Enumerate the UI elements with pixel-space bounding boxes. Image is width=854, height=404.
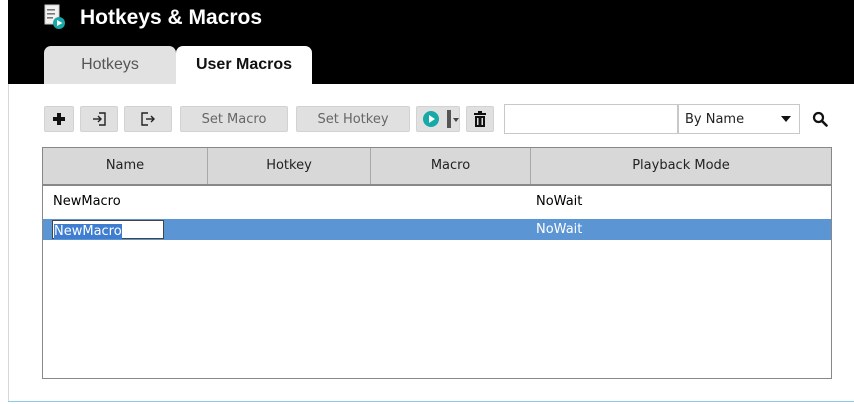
row-playback-mode: NoWait <box>536 222 583 237</box>
search-button[interactable] <box>806 104 834 134</box>
row-playback-mode: NoWait <box>536 194 583 209</box>
tab-hotkeys[interactable]: Hotkeys <box>44 46 176 84</box>
chevron-down-icon <box>781 116 791 122</box>
row-name-edit-field[interactable]: NewMacro <box>52 220 164 239</box>
sort-select[interactable]: By Name <box>678 104 800 134</box>
table-row[interactable]: NewMacro NoWait <box>43 191 831 212</box>
sort-selected-value: By Name <box>685 111 745 127</box>
set-hotkey-button[interactable]: Set Hotkey <box>296 106 410 132</box>
app-title: Hotkeys & Macros <box>80 6 263 29</box>
export-icon <box>141 112 155 126</box>
window-bottom-border <box>8 401 854 402</box>
chevron-down-icon[interactable] <box>453 118 459 122</box>
search-input[interactable] <box>504 104 678 134</box>
playback-dropdown-divider <box>447 110 451 128</box>
column-header-hotkey[interactable]: Hotkey <box>207 148 370 184</box>
playback-button[interactable] <box>416 106 460 132</box>
macros-table: Name Hotkey Macro Playback Mode NewMacro… <box>42 147 832 379</box>
play-icon <box>423 111 439 127</box>
import-button[interactable] <box>80 106 118 132</box>
app-icon <box>44 4 65 29</box>
delete-button[interactable] <box>466 106 494 132</box>
table-row-selected[interactable]: NewMacro NoWait <box>43 219 831 240</box>
window-left-border <box>8 84 9 401</box>
tab-user-macros[interactable]: User Macros <box>176 46 312 84</box>
trash-icon <box>474 111 486 127</box>
magnifier-icon <box>812 111 828 127</box>
table-header: Name Hotkey Macro Playback Mode <box>43 148 831 186</box>
set-macro-button[interactable]: Set Macro <box>180 106 288 132</box>
column-header-macro[interactable]: Macro <box>370 148 530 184</box>
export-button[interactable] <box>124 106 172 132</box>
add-macro-button[interactable] <box>44 106 74 132</box>
row-name: NewMacro <box>53 194 121 209</box>
column-header-playback-mode[interactable]: Playback Mode <box>530 148 831 184</box>
row-name: NewMacro <box>54 224 122 239</box>
column-header-name[interactable]: Name <box>43 148 207 184</box>
import-icon <box>93 112 106 126</box>
plus-icon <box>53 113 65 125</box>
